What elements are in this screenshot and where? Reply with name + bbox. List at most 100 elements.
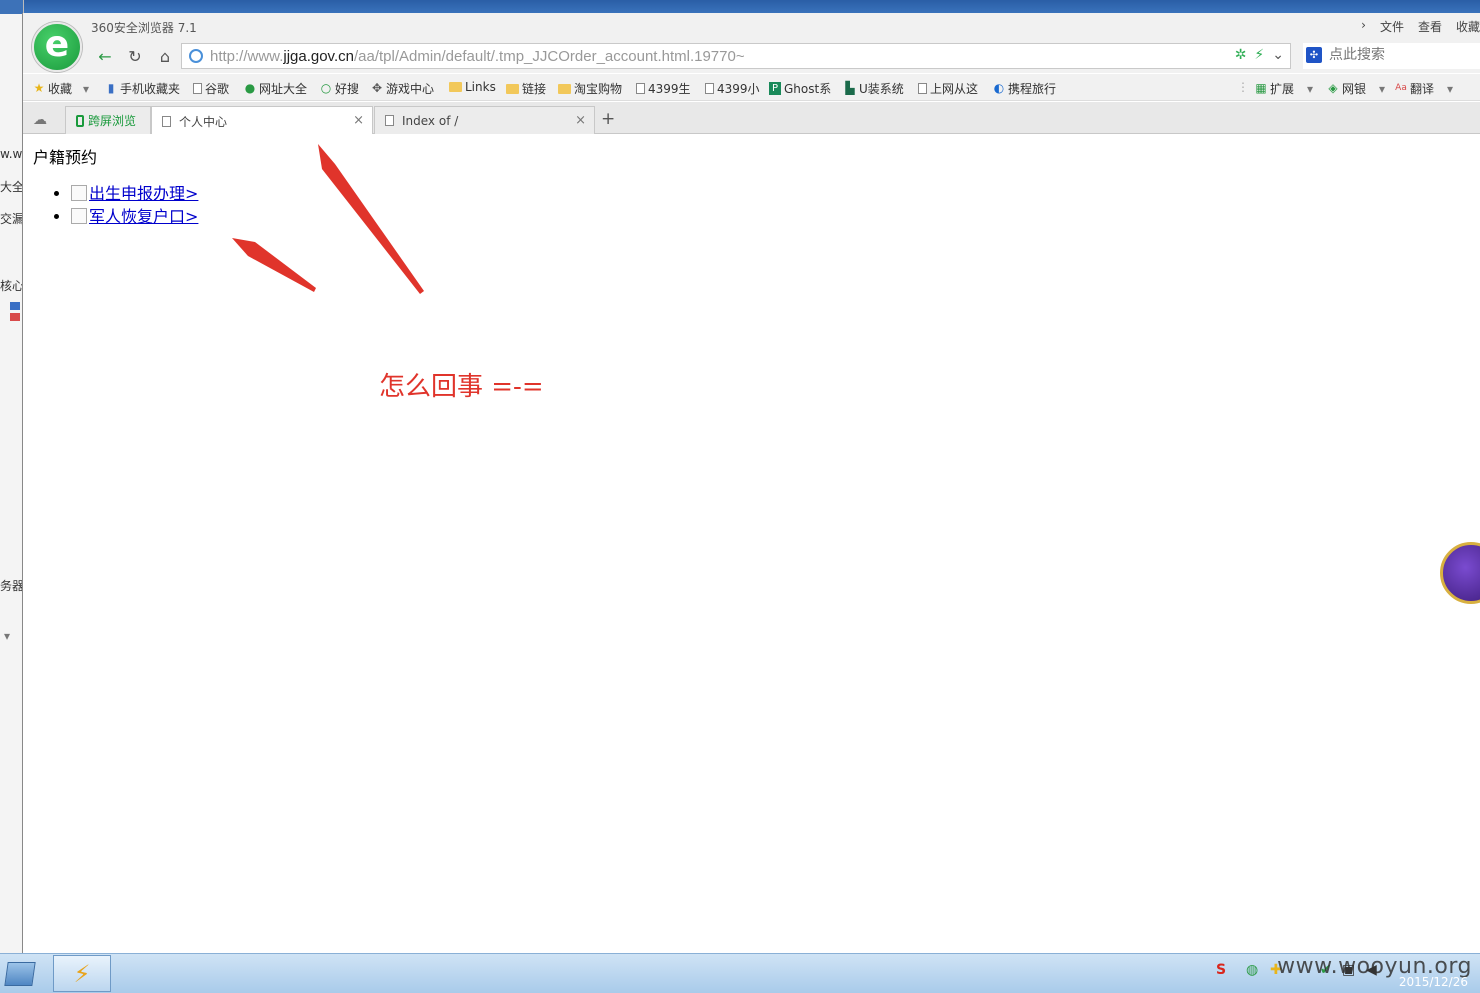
folder-icon xyxy=(558,83,571,94)
link-list: 出生申报办理> 军人恢复户口> xyxy=(71,180,198,226)
lightning-icon[interactable]: ⚡ xyxy=(1254,47,1264,63)
new-tab-button[interactable]: + xyxy=(601,109,615,129)
bookmark-item[interactable]: ▮ 手机收藏夹 xyxy=(105,80,180,97)
bg-fragment: ▾ xyxy=(4,629,11,643)
arrow-to-links xyxy=(232,238,316,292)
online-banking-button[interactable]: ◈ 网银 ▾ xyxy=(1327,80,1385,97)
search-box[interactable]: ✣ xyxy=(1303,43,1480,69)
sogou-ime-icon[interactable]: S xyxy=(1216,962,1226,978)
address-bar[interactable]: http://www.jjga.gov.cn/aa/tpl/Admin/defa… xyxy=(181,43,1291,69)
system-tray: S ◍ ✚ ✔ ▣ ◀ www.wooyun.org 2015/12/26 xyxy=(1190,954,1480,993)
page-icon xyxy=(705,83,714,94)
page-security-icon xyxy=(189,49,203,63)
menu-favorites[interactable]: 收藏 xyxy=(1456,18,1480,35)
bookmark-item[interactable]: 4399小 xyxy=(705,80,760,97)
app-title: 360安全浏览器 7.1 xyxy=(91,21,197,35)
u-install-icon: ▙ xyxy=(845,81,855,95)
back-arrow-icon[interactable]: ← xyxy=(93,44,117,68)
broken-image-icon xyxy=(71,208,87,224)
bg-fragment: 务器 xyxy=(0,579,24,593)
dropdown-chevron-icon[interactable]: ⌄ xyxy=(1272,47,1284,63)
page-icon xyxy=(918,83,927,94)
tab-index-of[interactable]: Index of / × xyxy=(374,106,595,134)
folder-icon xyxy=(506,83,519,94)
phone-icon: ▮ xyxy=(107,81,115,95)
tab-personal-center[interactable]: 个人中心 × xyxy=(151,106,373,135)
grid-icon: ▦ xyxy=(1255,81,1267,95)
birth-registration-link[interactable]: 出生申报办理> xyxy=(71,184,198,203)
page-icon xyxy=(193,83,202,94)
list-item: 军人恢复户口> xyxy=(71,203,198,226)
translate-icon: Aa xyxy=(1395,83,1407,93)
menu-expand-icon[interactable]: › xyxy=(1361,18,1366,35)
baidu-paw-icon[interactable]: ✣ xyxy=(1306,47,1322,63)
home-icon[interactable]: ⌂ xyxy=(153,44,177,68)
chevron-down-icon: ▾ xyxy=(1379,81,1386,96)
taskbar-app-lightning-icon[interactable]: ⚡ xyxy=(53,955,111,992)
globe-icon: ● xyxy=(244,81,256,95)
annotation-text: 怎么回事 =-= xyxy=(379,372,544,402)
page-icon xyxy=(385,115,394,126)
bookmark-item[interactable]: ● 网址大全 xyxy=(244,80,307,97)
page-heading: 户籍预约 xyxy=(33,148,98,167)
tab-bar: ☁ 跨屏浏览 个人中心 × Index of / × + xyxy=(23,102,1480,135)
bookmark-item[interactable]: 链接 xyxy=(506,80,546,97)
floating-ball-icon[interactable] xyxy=(1440,542,1480,604)
folder-icon xyxy=(449,82,462,92)
show-desktop-icon[interactable] xyxy=(0,956,44,992)
tab-cross-screen[interactable]: 跨屏浏览 xyxy=(65,106,151,134)
taskbar: ⚡ S ◍ ✚ ✔ ▣ ◀ www.wooyun.org 2015/12/26 xyxy=(0,953,1480,993)
arrow-to-tab xyxy=(318,144,424,294)
browser-logo-icon[interactable]: e xyxy=(32,22,82,72)
bookmark-item[interactable]: ○ 好搜 xyxy=(320,80,359,97)
bg-fragment: 核心 xyxy=(0,279,24,293)
menu-bar: › 文件 查看 收藏 xyxy=(1361,18,1480,35)
bookmark-item[interactable]: P Ghost系 xyxy=(769,80,831,97)
gamepad-icon: ✥ xyxy=(371,81,383,95)
security-tray-icon[interactable]: ◍ xyxy=(1246,962,1258,978)
bookmarks-divider: ⋮ xyxy=(1237,80,1249,94)
bookmark-item[interactable]: Links xyxy=(449,80,496,94)
bookmark-item[interactable]: 谷歌 xyxy=(193,80,229,97)
search-icon: ○ xyxy=(320,81,332,95)
ghost-icon: P xyxy=(769,82,781,95)
translate-button[interactable]: Aa 翻译 ▾ xyxy=(1395,80,1453,97)
military-hukou-restore-link[interactable]: 军人恢复户口> xyxy=(71,207,198,226)
menu-file[interactable]: 文件 xyxy=(1380,18,1404,35)
bookmark-item[interactable]: ◐ 携程旅行 xyxy=(993,80,1056,97)
speed-up-icon[interactable]: ✲ xyxy=(1235,47,1247,63)
close-icon[interactable]: × xyxy=(575,113,586,128)
bookmark-favorites[interactable]: ★ 收藏 ▾ xyxy=(33,80,89,97)
list-item: 出生申报办理> xyxy=(71,180,198,203)
bookmark-item[interactable]: ✥ 游戏中心 xyxy=(371,80,434,97)
chevron-down-icon: ▾ xyxy=(1447,81,1454,96)
bookmark-item[interactable]: 4399生 xyxy=(636,80,691,97)
menu-view[interactable]: 查看 xyxy=(1418,18,1442,35)
bookmark-item[interactable]: 淘宝购物 xyxy=(558,80,622,97)
page-icon xyxy=(636,83,645,94)
desktop-top-strip xyxy=(0,0,1480,14)
shield-icon: ◈ xyxy=(1328,81,1338,95)
chevron-down-icon: ▾ xyxy=(83,81,90,96)
page-content: 户籍预约 出生申报办理> 军人恢复户口> 怎么回事 =-= xyxy=(23,134,1480,954)
extensions-button[interactable]: ▦ 扩展 ▾ xyxy=(1255,80,1313,97)
navigation-bar: ← ↻ ⌂ http://www.jjga.gov.cn/aa/tpl/Admi… xyxy=(23,39,1480,73)
chevron-down-icon: ▾ xyxy=(1307,81,1314,96)
bookmarks-bar: ★ 收藏 ▾ ▮ 手机收藏夹 谷歌 ● 网址大全 ○ 好搜 ✥ 游戏中心 Links 链接 … xyxy=(23,74,1480,101)
search-input[interactable] xyxy=(1329,43,1479,67)
address-tools: ✲ ⚡ ⌄ xyxy=(1235,47,1284,63)
browser-window: e 360安全浏览器 7.1 › 文件 查看 收藏 ← ↻ ⌂ http://w… xyxy=(22,13,1480,954)
close-icon[interactable]: × xyxy=(353,113,364,128)
clock-date[interactable]: 2015/12/26 xyxy=(1399,975,1468,989)
background-window: w.w 大全 交漏 核心 务器 ▾ xyxy=(0,0,24,993)
title-bar: 360安全浏览器 7.1 › 文件 查看 收藏 xyxy=(23,13,1480,39)
bookmark-item[interactable]: ▙ U装系统 xyxy=(844,80,903,97)
refresh-icon[interactable]: ↻ xyxy=(123,44,147,68)
bg-fragment: 大全 xyxy=(0,180,24,194)
annotation-arrows xyxy=(232,144,424,294)
broken-image-icon xyxy=(71,185,87,201)
address-url[interactable]: http://www.jjga.gov.cn/aa/tpl/Admin/defa… xyxy=(210,48,745,65)
cloud-icon[interactable]: ☁ xyxy=(33,112,47,128)
bg-fragment: w.w xyxy=(0,147,23,161)
bookmark-item[interactable]: 上网从这 xyxy=(918,80,978,97)
